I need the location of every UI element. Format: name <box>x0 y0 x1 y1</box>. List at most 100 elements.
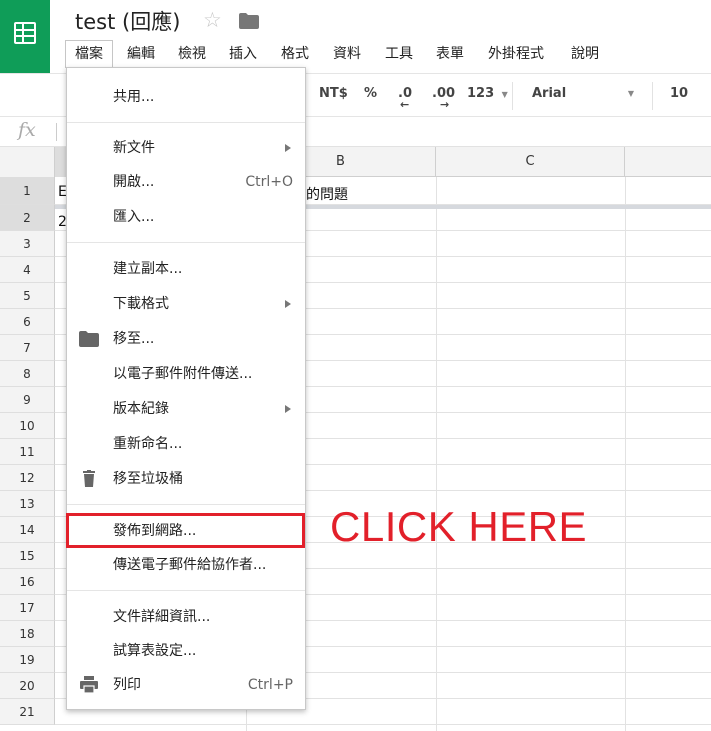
formula-divider <box>56 123 57 141</box>
row-header-8[interactable]: 8 <box>0 361 55 387</box>
file-menu-dropdown: 共用... 新文件 開啟... Ctrl+O 匯入... 建立副本... 下載格式… <box>66 67 306 710</box>
menu-item-email-collaborators[interactable]: 傳送電子郵件給協作者... <box>67 550 305 580</box>
menu-data[interactable]: 資料 <box>333 40 361 68</box>
row-header-12[interactable]: 12 <box>0 465 55 491</box>
menu-insert[interactable]: 插入 <box>229 40 257 68</box>
row-header-17[interactable]: 17 <box>0 595 55 621</box>
row-header-2[interactable]: 2 <box>0 205 55 231</box>
row-header-13[interactable]: 13 <box>0 491 55 517</box>
row-header-9[interactable]: 9 <box>0 387 55 413</box>
menu-help[interactable]: 說明 <box>571 40 599 68</box>
menu-item-import[interactable]: 匯入... <box>67 202 305 232</box>
folder-icon <box>79 331 99 347</box>
toolbar-divider <box>652 82 653 110</box>
column-gridline <box>436 177 437 731</box>
menu-item-version-history[interactable]: 版本紀錄 <box>67 394 305 424</box>
menu-item-move-to-trash[interactable]: 移至垃圾桶 <box>67 464 305 494</box>
menu-item-share[interactable]: 共用... <box>67 82 305 112</box>
menu-item-download-as[interactable]: 下載格式 <box>67 289 305 319</box>
menu-separator <box>67 122 305 123</box>
percent-format-button[interactable]: % <box>364 86 377 101</box>
menu-item-label: 匯入... <box>113 209 155 225</box>
menu-addons[interactable]: 外掛程式 <box>488 40 544 68</box>
menu-item-spreadsheet-settings[interactable]: 試算表設定... <box>67 636 305 666</box>
row-header-4[interactable]: 4 <box>0 257 55 283</box>
click-here-callout: CLICK HERE <box>330 503 588 550</box>
row-header-14[interactable]: 14 <box>0 517 55 543</box>
menu-edit[interactable]: 編輯 <box>127 40 155 68</box>
menu-item-label: 建立副本... <box>113 261 183 277</box>
column-gridline <box>625 177 626 731</box>
menu-separator <box>67 504 305 505</box>
column-header-c[interactable]: C <box>436 147 625 177</box>
folder-icon[interactable] <box>239 13 259 29</box>
currency-format-button[interactable]: NT$ <box>319 86 348 101</box>
row-header-11[interactable]: 11 <box>0 439 55 465</box>
menu-item-label: 移至... <box>113 331 155 347</box>
menu-separator <box>67 590 305 591</box>
shortcut-label: Ctrl+O <box>245 174 293 190</box>
arrow-left-icon: ← <box>400 98 410 111</box>
row-header-18[interactable]: 18 <box>0 621 55 647</box>
row-header-5[interactable]: 5 <box>0 283 55 309</box>
menu-item-new[interactable]: 新文件 <box>67 133 305 163</box>
submenu-arrow-icon <box>285 300 291 308</box>
font-family-value: Arial <box>532 86 567 101</box>
menu-tools[interactable]: 工具 <box>385 40 413 68</box>
menu-item-label: 新文件 <box>113 140 155 156</box>
dropdown-arrow-icon: ▼ <box>501 90 508 99</box>
row-header-3[interactable]: 3 <box>0 231 55 257</box>
row-header-21[interactable]: 21 <box>0 699 55 725</box>
menu-item-label: 開啟... <box>113 174 155 190</box>
font-size-select[interactable]: 10 <box>670 86 688 101</box>
decrease-decimal-button[interactable]: .0 ← <box>398 86 412 111</box>
row-header-7[interactable]: 7 <box>0 335 55 361</box>
more-formats-label: 123 <box>467 86 495 101</box>
menu-item-label: 重新命名... <box>113 436 183 452</box>
increase-decimal-button[interactable]: .00 → <box>432 86 455 111</box>
menu-format[interactable]: 格式 <box>281 40 309 68</box>
menu-view[interactable]: 檢視 <box>178 40 206 68</box>
toolbar-divider <box>512 82 513 110</box>
row-header-19[interactable]: 19 <box>0 647 55 673</box>
menu-item-label: 文件詳細資訊... <box>113 609 211 625</box>
menu-item-label: 以電子郵件附件傳送... <box>113 366 253 382</box>
fx-icon: fx <box>18 119 36 141</box>
menu-item-make-copy[interactable]: 建立副本... <box>67 254 305 284</box>
more-formats-button[interactable]: 123 ▼ <box>467 86 508 101</box>
row-header-20[interactable]: 20 <box>0 673 55 699</box>
cell-b1[interactable]: 的問題 <box>306 184 348 204</box>
font-family-select[interactable]: Arial ▼ <box>532 86 636 101</box>
arrow-right-icon: → <box>440 98 450 111</box>
menu-form[interactable]: 表單 <box>436 40 464 68</box>
print-icon <box>80 676 98 694</box>
publish-highlight-box <box>66 513 305 548</box>
menu-file[interactable]: 檔案 <box>65 40 113 68</box>
trash-icon <box>83 470 95 487</box>
menu-item-move-to[interactable]: 移至... <box>67 324 305 354</box>
shortcut-label: Ctrl+P <box>247 677 293 693</box>
menu-item-document-details[interactable]: 文件詳細資訊... <box>67 602 305 632</box>
row-gridline <box>55 724 711 725</box>
row-header-6[interactable]: 6 <box>0 309 55 335</box>
row-header-15[interactable]: 15 <box>0 543 55 569</box>
dropdown-arrow-icon: ▼ <box>627 89 634 98</box>
menu-item-print[interactable]: 列印 Ctrl+P <box>67 670 305 700</box>
menu-item-email-attachment[interactable]: 以電子郵件附件傳送... <box>67 359 305 389</box>
select-all-corner[interactable] <box>0 147 55 177</box>
menu-item-rename[interactable]: 重新命名... <box>67 429 305 459</box>
star-icon[interactable]: ☆ <box>203 8 222 32</box>
row-header-16[interactable]: 16 <box>0 569 55 595</box>
menu-item-label: 下載格式 <box>113 296 169 312</box>
submenu-arrow-icon <box>285 405 291 413</box>
document-title[interactable]: test (回應) <box>75 6 180 36</box>
menu-separator <box>67 242 305 243</box>
menu-item-label: 列印 <box>113 677 141 693</box>
sheets-logo-icon[interactable] <box>0 0 50 73</box>
row-header-10[interactable]: 10 <box>0 413 55 439</box>
menu-item-label: 傳送電子郵件給協作者... <box>113 557 267 573</box>
menu-item-label: 共用... <box>113 89 155 105</box>
menu-item-label: 試算表設定... <box>113 643 197 659</box>
row-header-1[interactable]: 1 <box>0 177 55 205</box>
menu-item-open[interactable]: 開啟... Ctrl+O <box>67 167 305 197</box>
